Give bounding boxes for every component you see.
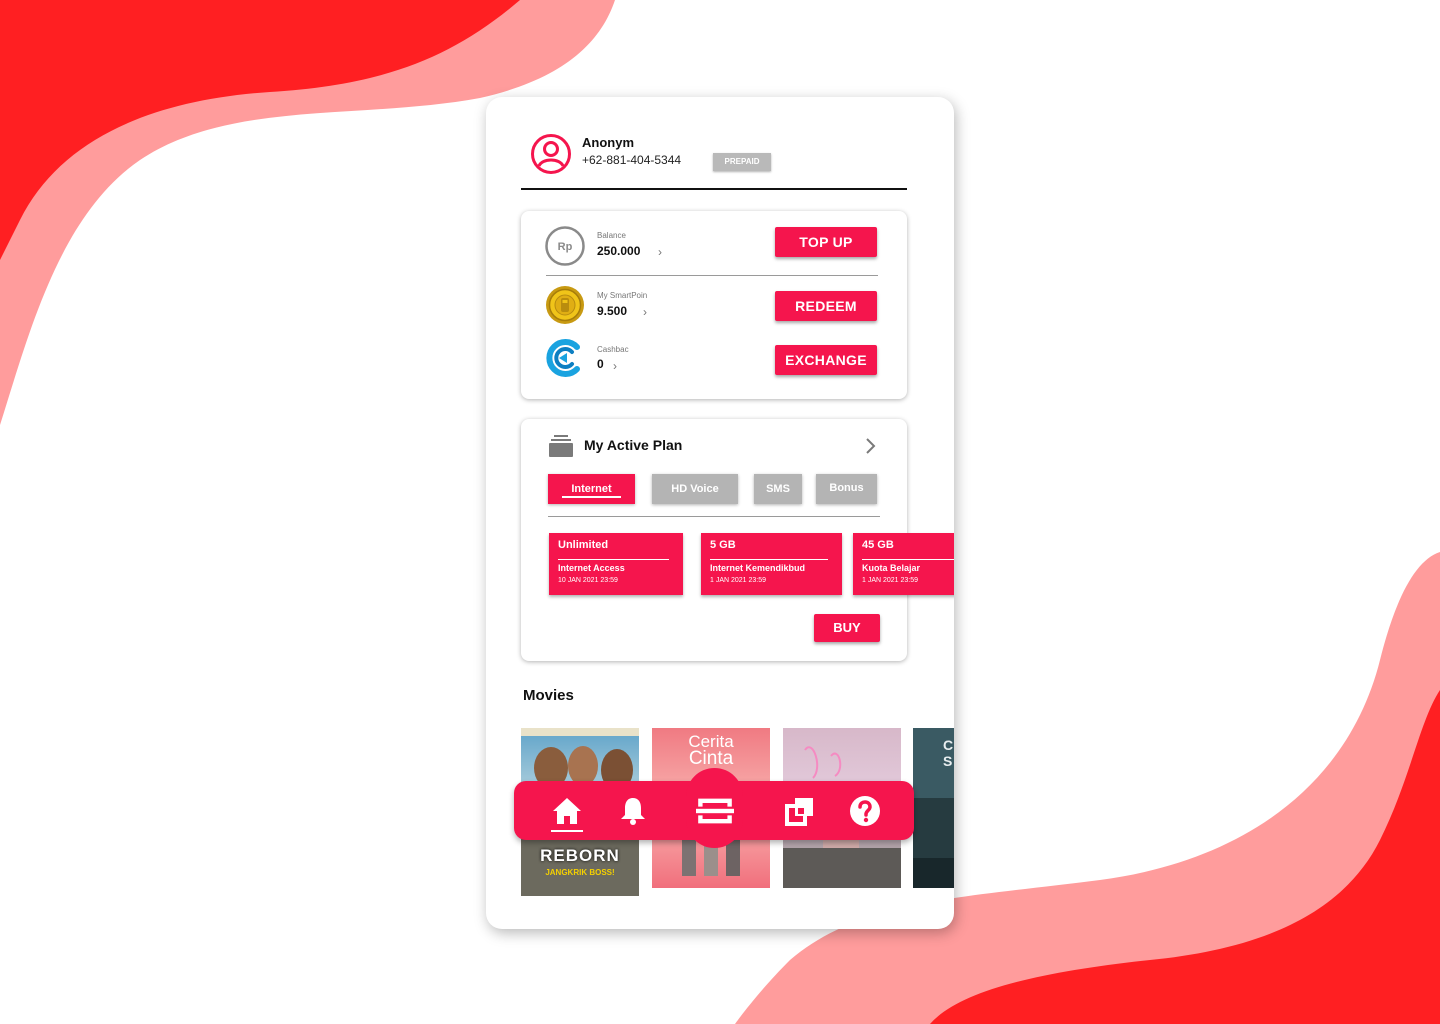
quota-card[interactable]: 45 GB Kuota Belajar 1 JAN 2021 23:59 — [853, 533, 954, 595]
home-icon — [553, 798, 581, 824]
tab-internet-label: Internet — [571, 483, 612, 495]
help-icon — [850, 796, 880, 826]
nav-home[interactable] — [549, 793, 585, 829]
nav-notifications[interactable] — [615, 793, 651, 829]
poster-subcaption: JANGKRIK BOSS! — [545, 868, 615, 877]
quota-expiry: 1 JAN 2021 23:59 — [710, 577, 767, 584]
tab-hd-voice-label: HD Voice — [671, 483, 719, 495]
quota-amount: Unlimited — [558, 539, 609, 551]
stack-icon — [549, 435, 573, 457]
tab-hd-voice[interactable]: HD Voice — [652, 474, 738, 504]
cashback-logo-icon — [546, 339, 580, 377]
movies-section-title: Movies — [523, 687, 574, 704]
svg-text:C: C — [943, 737, 953, 753]
app-stage: Anonym +62-881-404-5344 PREPAID Rp Balan… — [0, 0, 1440, 1024]
smartpoin-chevron-icon[interactable]: › — [643, 305, 647, 319]
quota-expiry: 1 JAN 2021 23:59 — [862, 577, 919, 584]
poster-caption: REBORN — [540, 846, 620, 865]
svg-text:S: S — [943, 753, 952, 769]
rupiah-coin-icon: Rp — [545, 226, 585, 266]
quota-divider — [558, 559, 669, 560]
bottom-navigation — [514, 768, 914, 848]
tab-internet[interactable]: Internet — [548, 474, 635, 504]
active-plan-title: My Active Plan — [584, 437, 683, 453]
chevron-right-icon[interactable] — [865, 437, 877, 455]
quota-amount: 45 GB — [862, 539, 894, 551]
cashback-row[interactable]: Cashbac 0 › EXCHANGE — [521, 337, 907, 387]
quota-name: Kuota Belajar — [862, 563, 921, 573]
redeem-button[interactable]: REDEEM — [775, 291, 877, 321]
profile-divider — [521, 188, 907, 190]
prepaid-badge: PREPAID — [713, 153, 771, 171]
quota-name: Internet Kemendikbud — [710, 563, 806, 573]
balance-value: 250.000 — [597, 244, 641, 258]
user-phone-number: +62-881-404-5344 — [582, 153, 682, 167]
quota-divider — [862, 559, 954, 560]
top-up-button[interactable]: TOP UP — [775, 227, 877, 257]
tab-sms[interactable]: SMS — [754, 474, 802, 504]
quota-amount: 5 GB — [710, 539, 736, 551]
tab-bonus-label: Bonus — [829, 482, 864, 494]
layers-icon — [785, 798, 813, 826]
user-avatar-icon — [531, 134, 571, 174]
poster-subcaption: Cinta — [688, 748, 734, 769]
cashback-label: Cashbac — [597, 345, 629, 354]
poster-artwork-icon: C S — [913, 728, 954, 888]
quota-card[interactable]: 5 GB Internet Kemendikbud 1 JAN 2021 23:… — [701, 533, 842, 595]
buy-button[interactable]: BUY — [814, 614, 880, 642]
nav-products[interactable] — [782, 793, 818, 829]
wallet-divider — [546, 275, 878, 276]
smartpoin-coin-icon — [546, 286, 584, 324]
smartpoin-label: My SmartPoin — [597, 291, 648, 300]
quota-card[interactable]: Unlimited Internet Access 10 JAN 2021 23… — [549, 533, 683, 595]
user-name: Anonym — [582, 135, 634, 150]
plan-divider — [548, 516, 880, 517]
balance-row[interactable]: Rp Balance 250.000 › TOP UP — [521, 224, 907, 274]
quota-expiry: 10 JAN 2021 23:59 — [558, 577, 618, 584]
quota-name: Internet Access — [558, 563, 625, 573]
cashback-chevron-icon[interactable]: › — [613, 359, 617, 373]
nav-help[interactable] — [847, 793, 883, 829]
scan-icon — [696, 798, 734, 824]
rupiah-label: Rp — [558, 241, 573, 253]
smartpoin-row[interactable]: My SmartPoin 9.500 › REDEEM — [521, 285, 907, 335]
bell-icon — [621, 798, 645, 825]
balance-chevron-icon[interactable]: › — [658, 245, 662, 259]
phone-screen: Anonym +62-881-404-5344 PREPAID Rp Balan… — [486, 97, 954, 929]
smartpoin-value: 9.500 — [597, 304, 628, 318]
nav-scan[interactable] — [696, 789, 734, 833]
profile-header[interactable]: Anonym +62-881-404-5344 PREPAID — [530, 133, 910, 189]
tab-sms-label: SMS — [766, 483, 790, 495]
quota-divider — [710, 559, 828, 560]
wallet-card: Rp Balance 250.000 › TOP UP My SmartPoin… — [521, 211, 907, 399]
balance-label: Balance — [597, 231, 626, 240]
tab-internet-underline — [562, 496, 621, 498]
exchange-button[interactable]: EXCHANGE — [775, 345, 877, 375]
tab-bonus[interactable]: Bonus — [816, 474, 877, 504]
movie-poster[interactable]: C S — [913, 728, 954, 888]
quota-carousel[interactable]: Unlimited Internet Access 10 JAN 2021 23… — [549, 533, 954, 595]
cashback-value: 0 — [597, 357, 604, 371]
nav-home-active-indicator — [551, 830, 583, 832]
